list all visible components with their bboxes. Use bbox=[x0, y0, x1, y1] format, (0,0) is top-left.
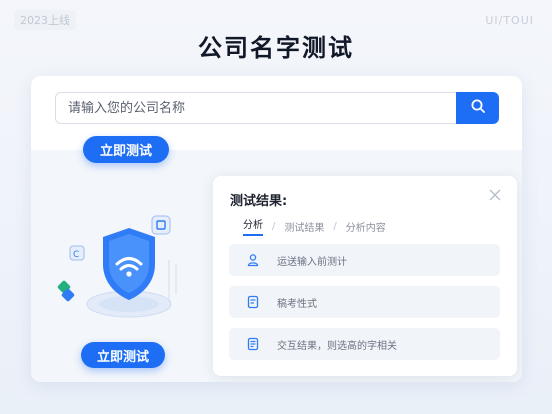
start-test-button[interactable]: 立即测试 bbox=[83, 136, 169, 163]
search-icon bbox=[470, 98, 486, 118]
user-icon bbox=[245, 252, 261, 268]
tab-test-result[interactable]: 测试结果 bbox=[284, 219, 324, 234]
corner-tag: 2023上线 bbox=[14, 10, 76, 30]
close-icon[interactable] bbox=[489, 186, 501, 205]
svg-text:C: C bbox=[73, 250, 79, 260]
result-item[interactable]: 稿考性式 bbox=[229, 286, 500, 318]
result-item[interactable]: 交互结果，则选高的字相关 bbox=[229, 328, 500, 360]
search-bar bbox=[55, 92, 499, 124]
result-item-text: 运送输入前测计 bbox=[277, 256, 347, 268]
document-icon bbox=[245, 294, 261, 310]
search-button[interactable] bbox=[456, 92, 499, 124]
result-tabs: 分析 / 测试结果 / 分析内容 bbox=[243, 216, 386, 236]
company-name-input[interactable] bbox=[55, 92, 456, 124]
tab-separator: / bbox=[272, 220, 276, 232]
page-title: 公司名字测试 bbox=[198, 34, 354, 62]
main-card: 立即测试 C 立即测试 测试结果: 分析 / 测试结果 bbox=[31, 76, 522, 382]
tab-analysis[interactable]: 分析 bbox=[243, 216, 263, 236]
tab-analysis-content[interactable]: 分析内容 bbox=[346, 219, 386, 234]
result-item-text: 稿考性式 bbox=[277, 298, 317, 310]
corner-watermark: UI/TOUI bbox=[485, 14, 534, 27]
result-list: 运送输入前测计 稿考性式 交互结果，则选高的字相关 bbox=[229, 244, 500, 370]
note-icon bbox=[245, 336, 261, 352]
result-panel-title: 测试结果: bbox=[230, 194, 288, 209]
start-test-button-bottom[interactable]: 立即测试 bbox=[81, 342, 165, 368]
result-item[interactable]: 运送输入前测计 bbox=[229, 244, 500, 276]
tab-separator: / bbox=[333, 220, 337, 232]
shield-illustration: C bbox=[51, 202, 201, 332]
result-item-text: 交互结果，则选高的字相关 bbox=[277, 340, 397, 352]
result-panel: 测试结果: 分析 / 测试结果 / 分析内容 运送输入前测计 稿考性式 交互结果… bbox=[213, 176, 517, 376]
